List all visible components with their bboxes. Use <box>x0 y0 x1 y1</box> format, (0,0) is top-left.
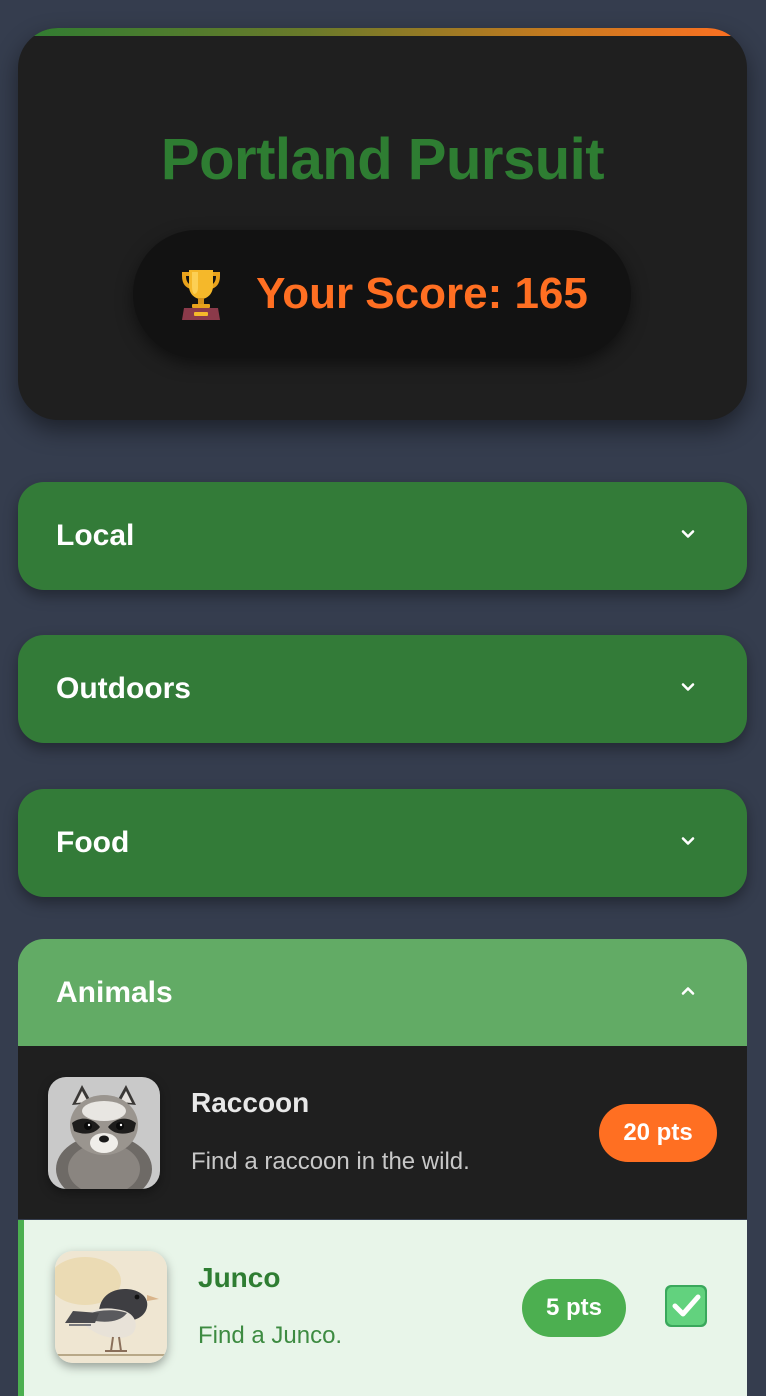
category-label: Food <box>56 826 130 859</box>
category-outdoors[interactable]: Outdoors <box>18 635 747 743</box>
chevron-down-icon <box>679 525 697 548</box>
chevron-up-icon <box>679 982 697 1005</box>
item-name: Raccoon <box>191 1087 310 1118</box>
category-local[interactable]: Local <box>18 482 747 590</box>
item-description: Find a Junco. <box>198 1322 343 1349</box>
points-badge: 5 pts <box>522 1279 626 1337</box>
score-text: Your Score: 165 <box>256 269 588 318</box>
animals-panel: Raccoon Find a raccoon in the wild. 20 p… <box>18 1046 747 1396</box>
junco-image <box>55 1251 167 1363</box>
list-item[interactable]: Junco Find a Junco. 5 pts <box>18 1220 747 1396</box>
item-name: Junco <box>198 1262 281 1293</box>
raccoon-image <box>48 1077 160 1189</box>
chevron-down-icon <box>679 832 697 855</box>
trophy-icon <box>176 266 226 322</box>
chevron-down-icon <box>679 678 697 701</box>
header-card: Portland Pursuit Your Score: 165 <box>18 28 747 420</box>
item-description: Find a raccoon in the wild. <box>191 1148 470 1175</box>
checkmark-icon[interactable] <box>664 1284 708 1328</box>
category-label: Local <box>56 519 135 552</box>
header-accent-bar <box>18 28 747 36</box>
category-label: Outdoors <box>56 672 191 705</box>
category-food[interactable]: Food <box>18 789 747 897</box>
list-item[interactable]: Raccoon Find a raccoon in the wild. 20 p… <box>18 1046 747 1219</box>
app-title: Portland Pursuit <box>160 127 605 192</box>
category-animals[interactable]: Animals <box>18 939 747 1047</box>
score-display: Your Score: 165 <box>133 230 631 358</box>
app-page: Portland Pursuit Your Score: 165 Local O… <box>0 0 766 1396</box>
points-badge: 20 pts <box>599 1104 717 1162</box>
category-label: Animals <box>56 976 173 1009</box>
